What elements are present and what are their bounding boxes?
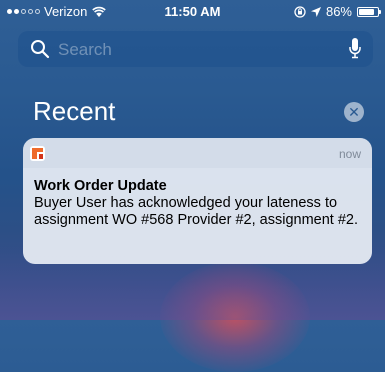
notification-title: Work Order Update [34,178,167,194]
notification-time: now [338,147,361,161]
search-input[interactable]: Search [58,40,112,60]
status-bar: Verizon 11:50 AM 86% [0,0,385,24]
battery-icon [357,6,381,17]
notification-body: Buyer User has acknowledged your latenes… [34,195,358,228]
notification-card[interactable]: now Work Order Update Buyer User has ack… [23,138,372,264]
battery-percent: 86% [325,4,352,19]
status-right: 86% [294,4,381,19]
search-bar[interactable]: Search [18,31,373,67]
location-arrow-icon [310,6,321,17]
section-title: Recent [33,96,116,126]
close-icon: ✕ [348,103,360,120]
app-icon [30,146,45,161]
microphone-icon[interactable] [349,38,361,60]
clear-notifications-button[interactable]: ✕ [344,102,364,122]
notification-header: now [23,138,372,168]
search-icon [31,40,50,59]
lock-rotation-icon [294,5,306,18]
